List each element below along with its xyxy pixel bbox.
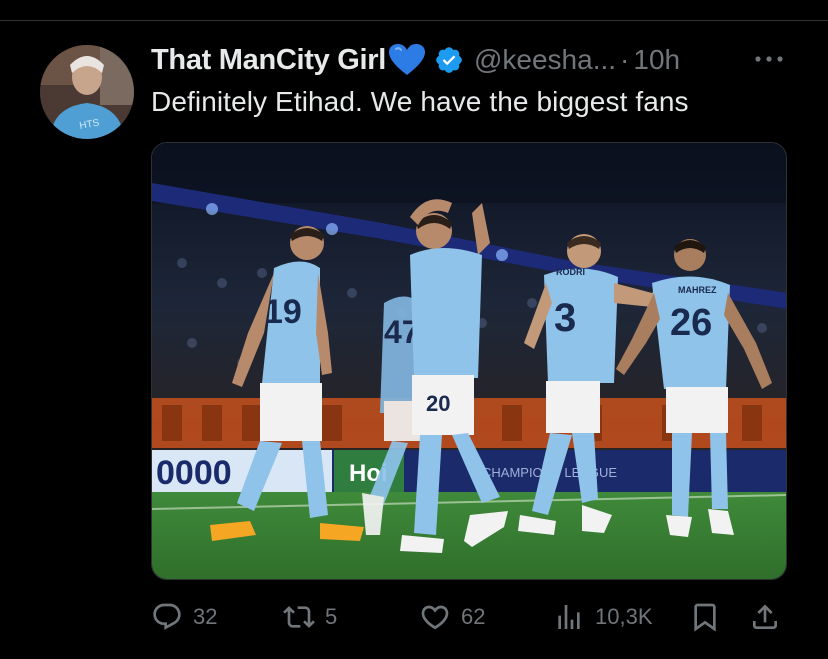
separator-dot: · (620, 44, 630, 75)
tweet-actions: 32 5 62 10,3K (151, 597, 787, 637)
avatar[interactable]: HTS (40, 45, 134, 139)
repost-button[interactable]: 5 (283, 597, 337, 637)
player-number: 26 (670, 302, 712, 344)
share-icon (749, 601, 781, 633)
bookmark-button[interactable] (689, 597, 721, 637)
player-name: MAHREZ (678, 285, 717, 295)
reply-count: 32 (193, 604, 218, 629)
verified-badge-icon[interactable] (434, 45, 464, 75)
more-dots-icon[interactable] (752, 44, 786, 74)
bookmark-icon (689, 601, 721, 633)
views-chart-icon (553, 601, 585, 633)
banner-left-text: 0000 (156, 454, 232, 492)
divider (0, 20, 828, 21)
player-number: 20 (426, 391, 450, 416)
repost-icon (283, 601, 315, 633)
tweet-photo[interactable]: 0000 Hoi CHAMPIONS LEAGUE 19 (151, 142, 787, 580)
reply-icon (151, 601, 183, 633)
player-name: RODRI (556, 267, 585, 277)
like-button[interactable]: 62 (419, 597, 485, 637)
display-name[interactable]: That ManCity Girl (151, 44, 386, 77)
heart-icon (419, 601, 451, 633)
tweet-header: That ManCity Girl @keesha... · 10h (151, 40, 680, 80)
views-button[interactable]: 10,3K (553, 597, 653, 637)
blue-heart-icon (388, 43, 426, 77)
reply-button[interactable]: 32 (151, 597, 217, 637)
share-button[interactable] (749, 597, 781, 637)
like-count: 62 (461, 604, 486, 629)
tweet-text: Definitely Etihad. We have the biggest f… (151, 86, 689, 117)
views-count: 10,3K (595, 604, 653, 629)
player-number: 3 (554, 296, 576, 340)
timestamp[interactable]: 10h (633, 44, 680, 76)
tweet[interactable]: HTS That ManCity Girl @keesha... · 10h D… (0, 0, 828, 659)
user-handle[interactable]: @keesha... (474, 44, 616, 76)
repost-count: 5 (325, 604, 338, 629)
